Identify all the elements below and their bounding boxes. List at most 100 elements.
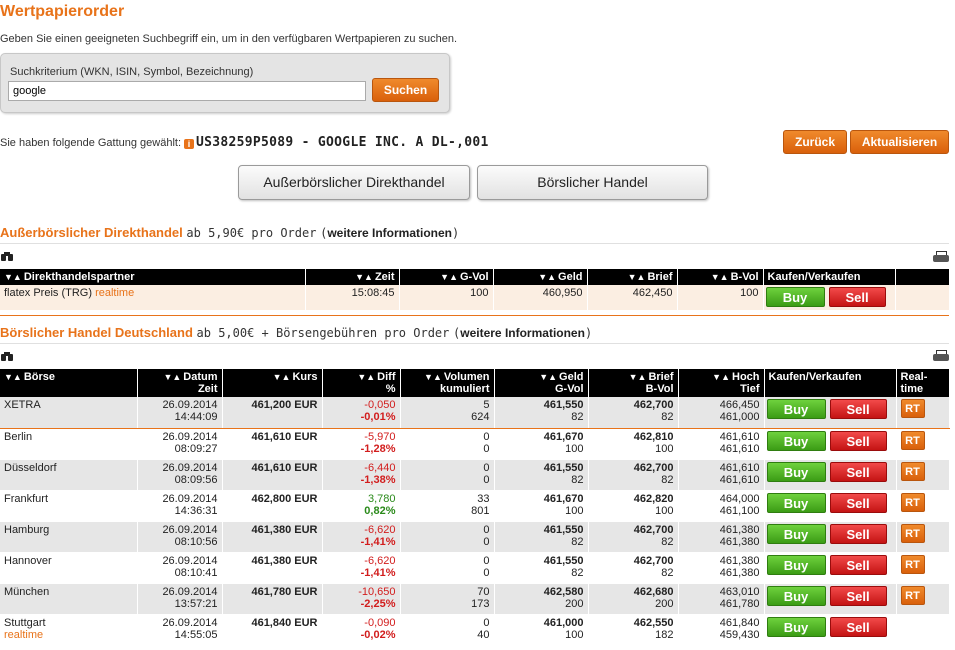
sell-button[interactable]: Sell [829, 616, 887, 637]
buy-button[interactable]: Buy [766, 430, 826, 451]
table-header-row: ▼▲ Direkthandelspartner ▼▲ Zeit ▼▲ G-Vol ▼▲… [0, 269, 950, 285]
trade-cell: Buy Sell [764, 583, 897, 615]
trade-cell: Buy Sell [764, 614, 897, 646]
buy-button[interactable]: Buy [766, 492, 826, 513]
volume-cell: 00 [400, 428, 495, 460]
col-bvol[interactable]: ▼▲ B-Vol [677, 269, 764, 285]
price-cell: 461,780 EUR [222, 583, 323, 615]
realtime-link[interactable]: realtime [95, 287, 134, 299]
binoculars-icon[interactable] [1, 352, 13, 362]
buy-button[interactable]: Buy [766, 585, 826, 606]
col-diff[interactable]: ▼▲ Diff% [322, 369, 401, 397]
printer-icon[interactable] [933, 251, 949, 264]
col-time[interactable]: ▼▲ Zeit [305, 269, 400, 285]
col-brief[interactable]: ▼▲ Brief B-Vol [588, 369, 679, 397]
partner-cell: flatex Preis (TRG) realtime [0, 285, 306, 310]
buy-button[interactable]: Buy [765, 287, 825, 307]
sell-button[interactable]: Sell [829, 585, 887, 606]
table-row: XETRA 26.09.2014 14:44:09 461,200 EUR -0,050… [0, 397, 950, 429]
search-input[interactable] [8, 81, 366, 101]
diff-cell: 3,780 0,82% [322, 490, 401, 522]
col-geld[interactable]: ▼▲ Geld G-Vol [494, 369, 589, 397]
direct-trading-table: ▼▲ Direkthandelspartner ▼▲ Zeit ▼▲ G-Vol ▼▲… [0, 269, 950, 310]
sell-button[interactable]: Sell [829, 523, 887, 544]
table-header-row: ▼▲ Börse ▼▲ Datum Zeit ▼▲ Kurs ▼▲ Diff% ▼▲ Vol… [0, 369, 950, 397]
back-button[interactable]: Zurück [783, 130, 847, 154]
realtime-button[interactable]: RT [900, 523, 925, 543]
ask-cell: 462,700 82 [588, 459, 679, 491]
sell-button[interactable]: Sell [829, 461, 887, 482]
sell-button[interactable]: Sell [829, 554, 887, 575]
direct-info-link[interactable]: weitere Informationen [327, 226, 452, 240]
price-cell: 461,610 EUR [222, 459, 323, 491]
col-datum[interactable]: ▼▲ Datum Zeit [137, 369, 223, 397]
diff-cell: -6,440 -1,38% [322, 459, 401, 491]
tab-exchange-trading[interactable]: Börslicher Handel [477, 165, 708, 200]
realtime-cell: RT [896, 521, 950, 553]
price-cell: 461,840 EUR [222, 614, 323, 646]
direct-fee: ab 5,90€ pro Order [186, 226, 317, 240]
security-name: US38259P5089 - GOOGLE INC. A DL-,001 [196, 135, 489, 150]
realtime-button[interactable]: RT [900, 492, 925, 512]
high-low-cell: 463,010 461,780 [678, 583, 765, 615]
selection-prefix: Sie haben folgende Gattung gewählt: [0, 137, 182, 149]
buy-button[interactable]: Buy [766, 461, 826, 482]
ask-cell: 462,550 182 [588, 614, 679, 646]
high-low-cell: 461,610 461,610 [678, 428, 765, 460]
high-low-cell: 461,380 461,380 [678, 521, 765, 553]
realtime-button[interactable]: RT [900, 430, 925, 450]
buy-button[interactable]: Buy [766, 399, 826, 419]
exchange-trading-table: ▼▲ Börse ▼▲ Datum Zeit ▼▲ Kurs ▼▲ Diff% ▼▲ Vol… [0, 369, 950, 646]
price-cell: 462,800 EUR [222, 490, 323, 522]
date-cell: 26.09.2014 08:10:56 [137, 521, 223, 553]
exchange-name-cell: München [0, 583, 138, 615]
realtime-link[interactable]: realtime [4, 629, 43, 641]
col-hoch[interactable]: ▼▲ Hoch Tief [678, 369, 765, 397]
exchange-section-heading: Börslicher Handel Deutschland ab 5,00€ +… [0, 325, 593, 340]
buy-button[interactable]: Buy [766, 554, 826, 575]
table-row: Stuttgart realtime 26.09.2014 14:55:05 461,8… [0, 614, 950, 646]
direct-section-heading: Außerbörslicher Direkthandel ab 5,90€ pr… [0, 225, 460, 240]
col-geld[interactable]: ▼▲ Geld [493, 269, 588, 285]
exchange-name-cell: Hannover [0, 552, 138, 584]
col-gvol[interactable]: ▼▲ G-Vol [399, 269, 494, 285]
trade-cell: Buy Sell [763, 285, 896, 310]
bvol-cell: 100 [677, 285, 764, 310]
col-empty [895, 269, 950, 285]
realtime-button[interactable]: RT [900, 585, 925, 605]
col-partner[interactable]: ▼▲ Direkthandelspartner [0, 269, 306, 285]
sell-button[interactable]: Sell [829, 399, 887, 419]
binoculars-icon[interactable] [1, 252, 13, 262]
realtime-cell: RT [896, 459, 950, 491]
buy-button[interactable]: Buy [766, 523, 826, 544]
table-row: Frankfurt 26.09.2014 14:36:31 462,800 EUR 3,… [0, 490, 950, 522]
refresh-button[interactable]: Aktualisieren [850, 130, 949, 154]
tab-direct-trading[interactable]: Außerbörslicher Direkthandel [238, 165, 470, 200]
page-title: Wertpapierorder [0, 3, 125, 20]
buy-button[interactable]: Buy [766, 616, 826, 637]
ask-cell: 462,700 82 [588, 397, 679, 429]
exchange-fee: ab 5,00€ + Börsengebühren pro Order [196, 326, 450, 340]
col-kurs[interactable]: ▼▲ Kurs [222, 369, 323, 397]
printer-icon[interactable] [933, 350, 949, 363]
trade-cell: Buy Sell [764, 521, 897, 553]
realtime-button[interactable]: RT [900, 399, 925, 418]
col-brief[interactable]: ▼▲ Brief [587, 269, 678, 285]
diff-cell: -10,650 -2,25% [322, 583, 401, 615]
search-button[interactable]: Suchen [372, 78, 439, 102]
bid-cell: 461,670 100 [494, 428, 589, 460]
table-row: München 26.09.2014 13:57:21 461,780 EUR -10,… [0, 583, 950, 615]
sell-button[interactable]: Sell [829, 492, 887, 513]
col-volumen[interactable]: ▼▲ Volumen kumuliert [400, 369, 495, 397]
sell-button[interactable]: Sell [829, 430, 887, 451]
selected-security: Sie haben folgende Gattung gewählt: i US38… [0, 135, 489, 150]
sell-button[interactable]: Sell [828, 287, 886, 307]
exchange-info-link[interactable]: weitere Informationen [460, 326, 585, 340]
col-trade: Kaufen/Verkaufen [764, 369, 897, 397]
realtime-button[interactable]: RT [900, 461, 925, 481]
realtime-button[interactable]: RT [900, 554, 925, 574]
diff-cell: -0,050 -0,01% [322, 397, 401, 429]
diff-cell: -0,090 -0,02% [322, 614, 401, 646]
col-boerse[interactable]: ▼▲ Börse [0, 369, 138, 397]
info-icon[interactable]: i [184, 139, 195, 149]
